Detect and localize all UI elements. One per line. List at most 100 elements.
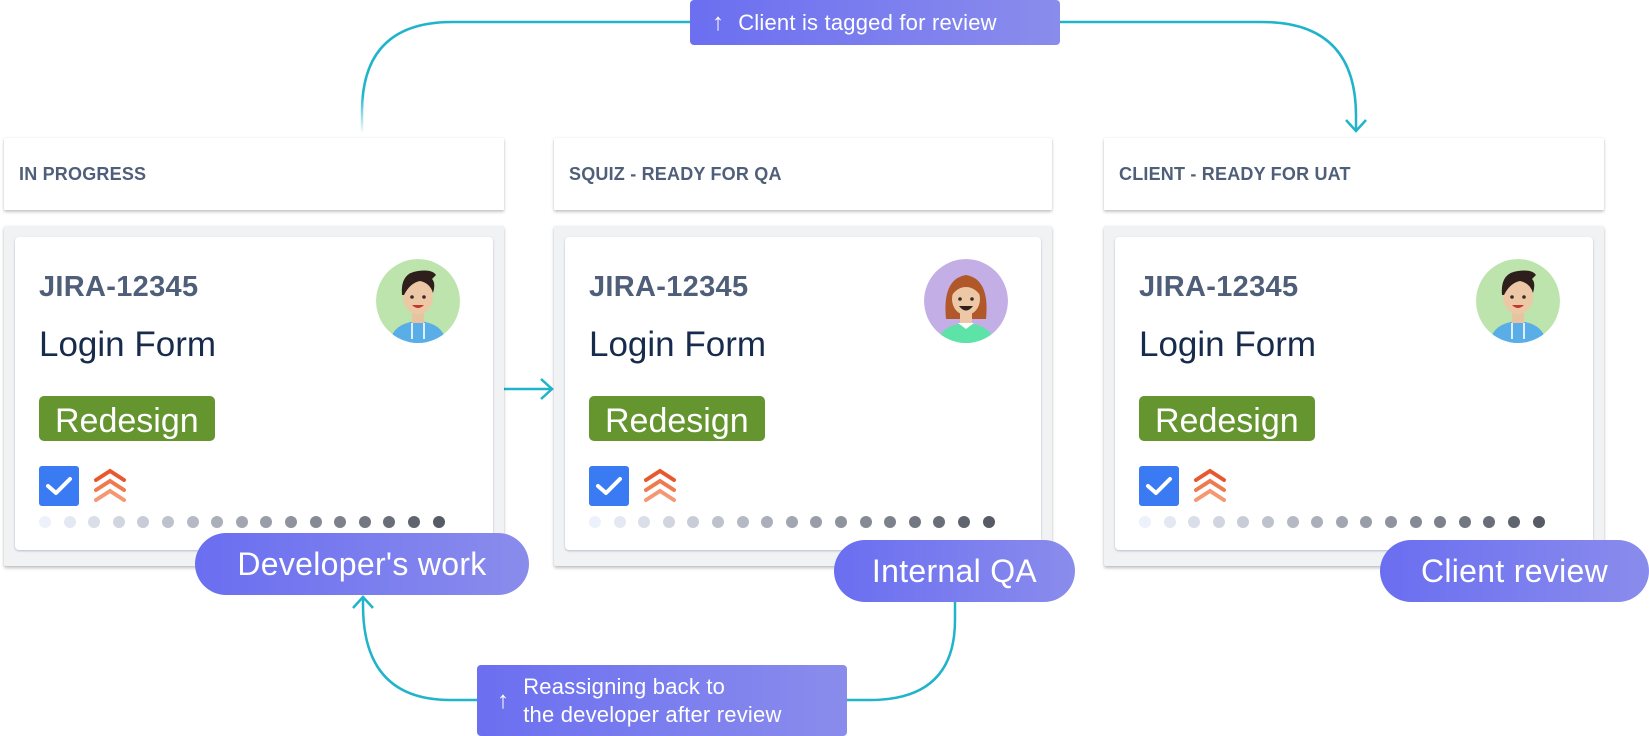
note-line-2: the developer after review [523,701,782,727]
flow-line-reassign-right [846,602,957,702]
issue-key[interactable]: JIRA-12345 [1139,271,1298,304]
progress-dot [736,516,749,528]
progress-dot [1139,516,1151,528]
progress-dot [711,516,724,528]
progress-dot [884,516,897,528]
assignee-avatar-female[interactable] [924,259,1008,343]
assignee-avatar-male[interactable] [376,259,460,343]
issue-label: Redesign [1139,396,1315,441]
progress-dot [589,516,601,528]
column-ready-for-uat: JIRA-12345 Login Form Redesign [1104,226,1604,566]
progress-dot [334,516,347,528]
progress-dot [284,516,297,528]
stage-label: Developer's work [237,545,487,582]
column-header-ready-for-uat: CLIENT - READY FOR UAT [1104,138,1604,210]
issue-title: Login Form [1139,325,1317,364]
priority-highest-icon [644,468,676,502]
progress-dot [982,516,995,528]
issue-card[interactable]: JIRA-12345 Login Form Redesign [15,237,493,550]
column-header-ready-for-qa: SQUIZ - READY FOR QA [554,138,1052,210]
progress-dot [358,516,371,528]
progress-dot [908,516,921,528]
progress-dot [859,516,872,528]
column-title: CLIENT - READY FOR UAT [1119,163,1351,184]
progress-dot [1507,516,1520,528]
issue-card[interactable]: JIRA-12345 Login Form Redesign [565,237,1041,550]
issue-title: Login Form [589,325,767,364]
column-ready-for-qa: JIRA-12345 Login Form Redesign [554,226,1052,566]
progress-dot [1311,516,1324,528]
progress-dot [260,516,273,528]
progress-dot [1237,516,1250,528]
progress-dot [761,516,774,528]
issue-label: Redesign [39,396,215,441]
progress-dot [383,516,396,528]
issue-title: Login Form [39,325,217,364]
progress-dot [1286,516,1299,528]
progress-dot [112,516,125,528]
flow-line-to-client-review [360,20,692,134]
arrow-down-icon [1345,119,1367,133]
progress-dot [161,516,174,528]
arrow-up-icon: ↑ [497,686,510,714]
progress-dot [407,516,420,528]
column-title: SQUIZ - READY FOR QA [569,163,782,184]
issue-key[interactable]: JIRA-12345 [39,271,198,304]
progress-dot [1212,516,1225,528]
column-header-in-progress: IN PROGRESS [4,138,504,210]
progress-dot [1335,516,1348,528]
progress-dot [1458,516,1471,528]
checkbox-done-icon [39,466,79,506]
column-in-progress: JIRA-12345 Login Form Redesign [4,226,504,566]
progress-dot [235,516,248,528]
stage-pill-developers-work: Developer's work [195,533,529,595]
progress-dot [39,516,51,528]
progress-dot [1163,516,1176,528]
column-title: IN PROGRESS [19,163,147,184]
priority-highest-icon [1194,468,1226,502]
progress-dot [1261,516,1274,528]
progress-dot [211,516,224,528]
progress-dot [785,516,798,528]
reassign-note: ↑ Reassigning back to the developer afte… [477,665,847,736]
progress-dots [39,516,445,528]
progress-dot [309,516,322,528]
progress-dot [88,516,101,528]
progress-dots [1139,516,1545,528]
issue-key[interactable]: JIRA-12345 [589,271,748,304]
progress-dot [137,516,150,528]
progress-dot [638,516,651,528]
progress-dots [589,516,995,528]
flow-line-reassign-left [361,598,478,702]
assignee-avatar-male[interactable] [1476,259,1560,343]
progress-dot [1360,516,1373,528]
priority-highest-icon [94,468,126,502]
progress-dot [810,516,823,528]
issue-label: Redesign [589,396,765,441]
arrow-up-icon [352,595,374,609]
progress-dot [1434,516,1447,528]
progress-dot [63,516,76,528]
progress-dot [1384,516,1397,528]
progress-dot [432,516,445,528]
progress-dot [957,516,970,528]
progress-dot [1409,516,1422,528]
progress-dot [186,516,199,528]
progress-dot [834,516,847,528]
note-text: Reassigning back to the developer after … [523,673,781,729]
progress-dot [613,516,626,528]
note-text: Client is tagged for review [738,9,997,35]
client-review-note: ↑ Client is tagged for review [690,0,1060,45]
stage-label: Client review [1420,552,1609,589]
flow-line-to-client-column [1060,20,1358,130]
progress-dot [933,516,946,528]
arrow-up-icon: ↑ [712,8,725,36]
checkbox-done-icon [589,466,629,506]
progress-dot [1483,516,1496,528]
progress-dot [687,516,700,528]
arrow-right-icon [540,378,554,400]
issue-card[interactable]: JIRA-12345 Login Form Redesign [1115,237,1593,550]
checkbox-done-icon [1139,466,1179,506]
progress-dot [1188,516,1201,528]
progress-dot [662,516,675,528]
